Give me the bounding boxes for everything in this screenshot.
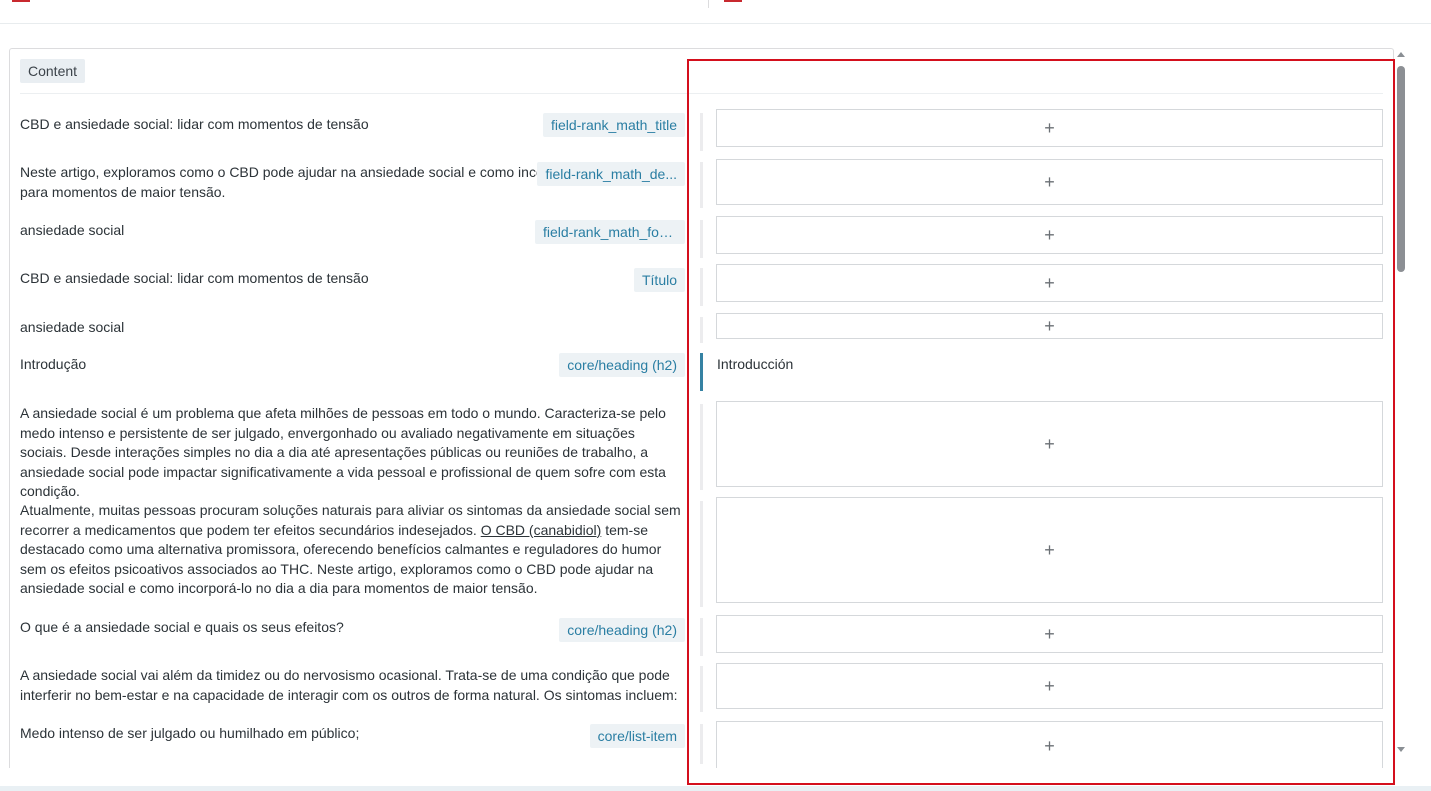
plus-icon: + bbox=[1044, 118, 1055, 138]
add-translation-button[interactable]: + bbox=[716, 615, 1383, 653]
segment-separator bbox=[700, 162, 703, 208]
vertical-scrollbar[interactable] bbox=[1396, 52, 1406, 752]
source-text: A ansiedade social vai além da timidez o… bbox=[20, 667, 678, 703]
source-text: Atualmente, muitas pessoas procuram solu… bbox=[20, 501, 685, 599]
header-divider bbox=[20, 93, 1383, 94]
bottom-bar bbox=[0, 786, 1431, 791]
plus-icon: + bbox=[1044, 434, 1055, 454]
source-text: A ansiedade social é um problema que afe… bbox=[20, 405, 666, 499]
plus-icon: + bbox=[1044, 273, 1055, 293]
segment-type-tag: Título bbox=[633, 268, 685, 292]
segment-separator bbox=[700, 317, 703, 343]
target-language-flag-icon bbox=[724, 0, 742, 2]
language-divider bbox=[708, 0, 709, 8]
plus-icon: + bbox=[1044, 172, 1055, 192]
segment-type-tag: core/heading (h2) bbox=[559, 353, 685, 377]
add-translation-button[interactable]: + bbox=[716, 497, 1383, 603]
segment-separator bbox=[700, 724, 703, 764]
add-translation-button[interactable]: + bbox=[716, 401, 1383, 487]
segment-type-tag: field-rank_math_foc... bbox=[535, 220, 685, 244]
plus-icon: + bbox=[1044, 540, 1055, 560]
plus-icon: + bbox=[1044, 676, 1055, 696]
top-language-bar bbox=[0, 0, 1431, 24]
add-translation-button[interactable]: + bbox=[716, 109, 1383, 147]
segment-type-tag: core/list-item bbox=[589, 724, 685, 748]
source-text: ansiedade social bbox=[20, 319, 125, 335]
segment-separator bbox=[700, 666, 703, 712]
segment-type-tag: field-rank_math_de... bbox=[537, 162, 685, 186]
segment-type-tag: core/heading (h2) bbox=[559, 618, 685, 642]
add-translation-button[interactable]: + bbox=[716, 159, 1383, 205]
scrollbar-thumb[interactable] bbox=[1397, 66, 1405, 272]
content-section-tag: Content bbox=[20, 59, 86, 83]
plus-icon: + bbox=[1044, 316, 1055, 336]
plus-icon: + bbox=[1044, 736, 1055, 756]
segment-separator bbox=[700, 404, 703, 490]
add-translation-button[interactable]: + bbox=[716, 663, 1383, 709]
add-translation-button[interactable]: + bbox=[716, 313, 1383, 339]
add-translation-button[interactable]: + bbox=[716, 216, 1383, 254]
segment-separator-active bbox=[700, 353, 703, 391]
segment-separator bbox=[700, 220, 703, 258]
source-text: CBD e ansiedade social: lidar com moment… bbox=[20, 270, 369, 286]
translated-text[interactable]: Introducción bbox=[717, 355, 793, 375]
triangle-up-icon[interactable] bbox=[1397, 52, 1405, 57]
add-translation-button[interactable]: + bbox=[716, 721, 1383, 768]
source-text: Medo intenso de ser julgado ou humilhado… bbox=[20, 725, 360, 741]
source-inline-link[interactable]: O CBD (canabidiol) bbox=[481, 522, 602, 538]
source-language-flag-icon bbox=[12, 0, 30, 2]
segment-separator bbox=[700, 268, 703, 306]
add-translation-button[interactable]: + bbox=[716, 264, 1383, 302]
segment-separator bbox=[700, 113, 703, 151]
translation-panel: Content CBD e ansiedade social: lidar co… bbox=[9, 48, 1394, 768]
segment-separator bbox=[700, 618, 703, 656]
plus-icon: + bbox=[1044, 225, 1055, 245]
plus-icon: + bbox=[1044, 624, 1055, 644]
segment-separator bbox=[700, 501, 703, 607]
segment-type-tag: field-rank_math_title bbox=[542, 113, 685, 137]
panel-header: Content bbox=[20, 59, 86, 83]
triangle-down-icon[interactable] bbox=[1397, 747, 1405, 752]
